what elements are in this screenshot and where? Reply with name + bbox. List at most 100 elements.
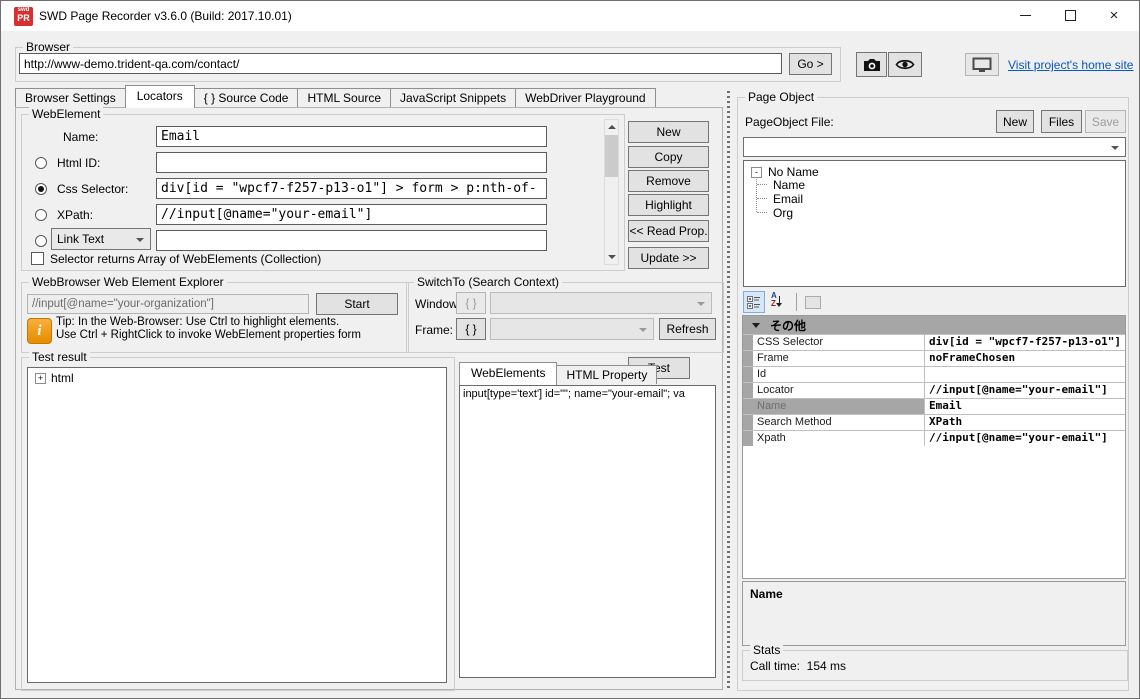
property-value[interactable]: noFrameChosen (925, 351, 1125, 366)
css-selector-radio[interactable] (35, 183, 47, 195)
description-title: Name (743, 582, 1125, 601)
chevron-down-icon (1111, 146, 1119, 150)
linktext-input[interactable] (156, 230, 547, 251)
property-value[interactable] (925, 367, 1125, 382)
linktext-radio[interactable] (35, 235, 47, 247)
xpath-input[interactable] (156, 204, 547, 225)
po-tree-item-name[interactable]: Name (773, 178, 805, 192)
read-prop-button[interactable]: << Read Prop. (628, 220, 709, 242)
tab-webelements[interactable]: WebElements (459, 362, 557, 385)
property-value[interactable]: Email (925, 399, 1125, 414)
list-item[interactable]: input[type='text'] id=""; name="your-ema… (460, 386, 715, 402)
tip-line-2: Use Ctrl + RightClick to invoke WebEleme… (56, 329, 361, 341)
property-name: Id (753, 367, 925, 382)
tab-javascript-snippets[interactable]: JavaScript Snippets (390, 88, 516, 107)
tab-browser-settings[interactable]: Browser Settings (15, 88, 126, 107)
minimize-button[interactable] (1003, 1, 1047, 30)
collection-label: Selector returns Array of WebElements (C… (50, 252, 321, 266)
tree-node-html[interactable]: html (51, 371, 74, 385)
main-tab-strip: Browser SettingsLocators{ } Source CodeH… (15, 85, 656, 108)
scroll-up-button[interactable] (605, 120, 618, 134)
pageobject-file-combo[interactable] (743, 137, 1126, 157)
locator-type-value: Link Text (57, 232, 104, 246)
collection-checkbox[interactable] (31, 252, 44, 265)
property-value[interactable]: XPath (925, 415, 1125, 430)
new-button[interactable]: New (628, 121, 709, 143)
screenshot-button[interactable] (856, 52, 887, 77)
property-name: Name (753, 399, 925, 414)
alphabetical-sort-button[interactable]: A Z (767, 291, 789, 313)
refresh-button[interactable]: Refresh (659, 318, 716, 340)
scrollbar-thumb[interactable] (605, 135, 618, 177)
po-files-button[interactable]: Files (1041, 110, 1082, 133)
scroll-down-button[interactable] (605, 250, 618, 264)
copy-button[interactable]: Copy (628, 146, 709, 168)
property-grid-empty-area (743, 446, 1125, 578)
chevron-down-icon (697, 302, 705, 306)
tab-locators[interactable]: Locators (125, 85, 195, 108)
tree-expander-icon[interactable] (35, 373, 46, 384)
update-button[interactable]: Update >> (628, 247, 709, 269)
po-save-button[interactable]: Save (1085, 110, 1126, 133)
tab-html-source[interactable]: HTML Source (297, 88, 391, 107)
frame-braces-button[interactable]: { } (456, 318, 486, 340)
sort-az-icon: A Z (771, 294, 785, 310)
frame-combo[interactable] (490, 318, 654, 340)
po-tree-root[interactable]: No Name (768, 165, 819, 179)
property-pages-button[interactable] (802, 291, 824, 313)
property-name: Xpath (753, 431, 925, 446)
explorer-query-input[interactable] (27, 294, 309, 314)
url-input[interactable] (19, 53, 782, 74)
tab-source-code[interactable]: { } Source Code (194, 88, 299, 107)
monitor-button[interactable] (965, 53, 999, 76)
project-home-link[interactable]: Visit project's home site (1008, 58, 1137, 72)
go-button[interactable]: Go > (789, 53, 832, 75)
row-indent (743, 367, 753, 382)
highlight-view-button[interactable] (888, 52, 922, 77)
page-object-group-label: Page Object (745, 90, 817, 104)
po-tree-item-org[interactable]: Org (773, 206, 793, 220)
row-indent (743, 415, 753, 430)
monitor-icon (972, 57, 992, 73)
vertical-splitter[interactable] (727, 91, 730, 689)
maximize-button[interactable] (1048, 1, 1092, 30)
property-value[interactable]: //input[@name="your-email"] (925, 431, 1125, 446)
htmlid-radio[interactable] (35, 157, 47, 169)
remove-button[interactable]: Remove (628, 170, 709, 192)
start-button[interactable]: Start (316, 293, 398, 315)
window-label: Window: (415, 297, 461, 311)
tab-webdriver-playground[interactable]: WebDriver Playground (515, 88, 656, 107)
categorized-view-button[interactable] (743, 291, 765, 313)
po-tree-item-email[interactable]: Email (773, 192, 803, 206)
property-value[interactable]: div[id = "wpcf7-f257-p13-o1"] > (925, 335, 1125, 350)
info-icon-glyph: i (37, 323, 41, 340)
css-selector-input[interactable] (156, 178, 547, 199)
close-button[interactable]: × (1092, 1, 1136, 30)
test-result-tree[interactable] (27, 367, 447, 683)
close-icon: × (1110, 8, 1119, 23)
window-combo[interactable] (490, 292, 712, 314)
po-new-button[interactable]: New (996, 110, 1034, 133)
xpath-radio[interactable] (35, 209, 47, 221)
property-row-frame[interactable]: Frame noFrameChosen (743, 350, 1125, 366)
webelement-scrollbar[interactable] (604, 119, 619, 265)
webelements-listbox[interactable]: input[type='text'] id=""; name="your-ema… (459, 385, 716, 678)
window-braces-button[interactable]: { } (456, 292, 486, 314)
property-row-search-method[interactable]: Search Method XPath (743, 414, 1125, 430)
categorized-icon (747, 295, 761, 309)
property-category-row[interactable]: その他 (743, 316, 1125, 334)
locator-type-combo[interactable]: Link Text (51, 228, 151, 250)
property-row-id[interactable]: Id (743, 366, 1125, 382)
element-name-input[interactable] (156, 126, 547, 147)
highlight-button[interactable]: Highlight (628, 194, 709, 216)
tree-expander-icon[interactable] (751, 167, 762, 178)
switchto-group-label: SwitchTo (Search Context) (414, 275, 562, 289)
tree-line (757, 198, 767, 199)
property-row-xpath[interactable]: Xpath //input[@name="your-email"] (743, 430, 1125, 446)
property-row-locator[interactable]: Locator //input[@name="your-email"] (743, 382, 1125, 398)
htmlid-input[interactable] (156, 152, 547, 173)
property-row-name[interactable]: Name Email (743, 398, 1125, 414)
property-row-css-selector[interactable]: CSS Selector div[id = "wpcf7-f257-p13-o1… (743, 334, 1125, 350)
tab-html-property[interactable]: HTML Property (556, 365, 657, 384)
property-value[interactable]: //input[@name="your-email"] (925, 383, 1125, 398)
